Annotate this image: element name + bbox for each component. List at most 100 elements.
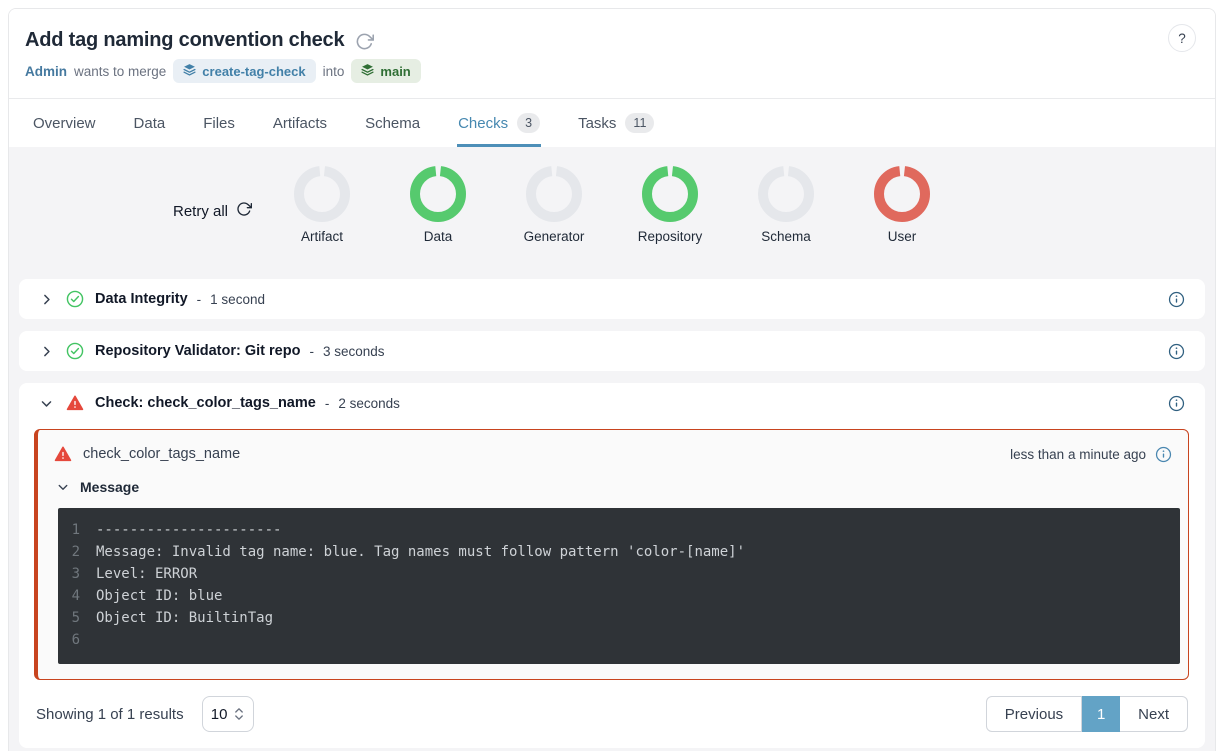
donut-ring-icon bbox=[874, 166, 930, 222]
separator: - bbox=[325, 396, 330, 411]
warning-triangle-icon bbox=[54, 445, 72, 463]
info-icon[interactable] bbox=[1155, 446, 1172, 463]
previous-page-button[interactable]: Previous bbox=[986, 696, 1082, 732]
tab-schema[interactable]: Schema bbox=[365, 99, 420, 147]
line-number: 6 bbox=[64, 629, 80, 651]
tab-count-badge: 11 bbox=[625, 113, 654, 134]
pagination: Previous 1 Next bbox=[986, 696, 1188, 732]
tab-label: Checks bbox=[458, 115, 508, 132]
message-section-toggle[interactable]: Message bbox=[38, 472, 1188, 506]
check-card-color-tags: Check: check_color_tags_name - 2 seconds… bbox=[19, 383, 1205, 748]
check-card-data-integrity: Data Integrity - 1 second bbox=[19, 279, 1205, 319]
donut-label: Schema bbox=[761, 229, 811, 244]
line-text: Level: ERROR bbox=[96, 563, 197, 585]
donut-label: User bbox=[888, 229, 917, 244]
retry-all-label: Retry all bbox=[173, 203, 228, 220]
line-number: 4 bbox=[64, 585, 80, 607]
check-row-header[interactable]: Repository Validator: Git repo - 3 secon… bbox=[19, 331, 1205, 371]
check-title: Check: check_color_tags_name bbox=[95, 395, 316, 411]
page-header: Add tag naming convention check ? Admin … bbox=[9, 9, 1215, 98]
donut-data[interactable]: Data bbox=[380, 166, 496, 244]
tab-label: Data bbox=[134, 115, 166, 132]
donut-label: Data bbox=[424, 229, 453, 244]
tab-label: Schema bbox=[365, 115, 420, 132]
merge-summary: Admin wants to merge create-tag-check in… bbox=[25, 59, 1191, 83]
timestamp: less than a minute ago bbox=[1010, 447, 1146, 462]
donut-ring-icon bbox=[410, 166, 466, 222]
check-title: Data Integrity bbox=[95, 291, 188, 307]
check-duration: 3 seconds bbox=[323, 344, 385, 359]
list-footer: Showing 1 of 1 results 10 Previous 1 Nex… bbox=[19, 680, 1205, 748]
layers-icon bbox=[361, 63, 374, 79]
current-page-button[interactable]: 1 bbox=[1082, 696, 1120, 732]
next-page-button[interactable]: Next bbox=[1120, 696, 1188, 732]
target-branch-badge[interactable]: main bbox=[351, 59, 420, 83]
refresh-icon[interactable] bbox=[355, 32, 374, 51]
help-button[interactable]: ? bbox=[1168, 24, 1196, 52]
separator: - bbox=[309, 344, 314, 359]
page-size-select[interactable]: 10 bbox=[202, 696, 254, 732]
check-duration: 1 second bbox=[210, 292, 265, 307]
tab-artifacts[interactable]: Artifacts bbox=[273, 99, 327, 147]
retry-icon bbox=[236, 201, 252, 221]
warning-triangle-icon bbox=[66, 394, 84, 412]
merge-request-page: Add tag naming convention check ? Admin … bbox=[8, 8, 1216, 751]
donut-user[interactable]: User bbox=[844, 166, 960, 244]
error-panel-header: check_color_tags_name less than a minute… bbox=[38, 430, 1188, 472]
code-line: 2 Message: Invalid tag name: blue. Tag na… bbox=[58, 541, 1180, 563]
donut-label: Repository bbox=[638, 229, 703, 244]
results-count: Showing 1 of 1 results bbox=[36, 706, 184, 723]
code-line: 3 Level: ERROR bbox=[58, 563, 1180, 585]
status-summary: Retry all Artifact Data Generator Repositor… bbox=[19, 161, 1205, 265]
donut-ring-icon bbox=[642, 166, 698, 222]
code-line: 1---------------------- bbox=[58, 519, 1180, 541]
chevron-down-icon bbox=[57, 481, 69, 493]
tab-label: Artifacts bbox=[273, 115, 327, 132]
donut-repository[interactable]: Repository bbox=[612, 166, 728, 244]
donut-generator[interactable]: Generator bbox=[496, 166, 612, 244]
page-size-value: 10 bbox=[211, 706, 228, 723]
merge-text: wants to merge bbox=[74, 64, 166, 79]
error-check-name: check_color_tags_name bbox=[83, 446, 240, 462]
page-title: Add tag naming convention check bbox=[25, 29, 344, 52]
into-text: into bbox=[323, 64, 345, 79]
line-text: Object ID: BuiltinTag bbox=[96, 607, 273, 629]
tab-tasks[interactable]: Tasks 11 bbox=[578, 99, 654, 147]
tab-files[interactable]: Files bbox=[203, 99, 235, 147]
tab-label: Overview bbox=[33, 115, 96, 132]
target-branch-name: main bbox=[380, 64, 410, 79]
line-number: 2 bbox=[64, 541, 80, 563]
line-text: Message: Invalid tag name: blue. Tag nam… bbox=[96, 541, 745, 563]
donut-schema[interactable]: Schema bbox=[728, 166, 844, 244]
error-detail-panel: check_color_tags_name less than a minute… bbox=[34, 429, 1189, 680]
donut-label: Artifact bbox=[301, 229, 343, 244]
code-line: 5Object ID: BuiltinTag bbox=[58, 607, 1180, 629]
line-number: 1 bbox=[64, 519, 80, 541]
line-text: Object ID: blue bbox=[96, 585, 222, 607]
info-icon[interactable] bbox=[1168, 343, 1185, 360]
source-branch-badge[interactable]: create-tag-check bbox=[173, 59, 315, 83]
check-row-header[interactable]: Check: check_color_tags_name - 2 seconds bbox=[19, 383, 1205, 423]
separator: - bbox=[197, 292, 202, 307]
tab-overview[interactable]: Overview bbox=[33, 99, 96, 147]
tab-data[interactable]: Data bbox=[134, 99, 166, 147]
line-number: 3 bbox=[64, 563, 80, 585]
tab-checks[interactable]: Checks 3 bbox=[458, 99, 540, 147]
tab-label: Tasks bbox=[578, 115, 616, 132]
layers-icon bbox=[183, 63, 196, 79]
message-section-label: Message bbox=[80, 479, 139, 495]
info-icon[interactable] bbox=[1168, 291, 1185, 308]
info-icon[interactable] bbox=[1168, 395, 1185, 412]
donut-artifact[interactable]: Artifact bbox=[264, 166, 380, 244]
code-line: 6 bbox=[58, 629, 1180, 651]
check-duration: 2 seconds bbox=[338, 396, 400, 411]
author-link[interactable]: Admin bbox=[25, 64, 67, 79]
log-output: 1----------------------2 Message: Invalid… bbox=[58, 508, 1180, 664]
donut-ring-icon bbox=[526, 166, 582, 222]
check-passed-icon bbox=[66, 342, 84, 360]
chevron-down-icon bbox=[39, 397, 53, 410]
check-row-header[interactable]: Data Integrity - 1 second bbox=[19, 279, 1205, 319]
retry-all-button[interactable]: Retry all bbox=[173, 201, 252, 221]
donut-label: Generator bbox=[524, 229, 585, 244]
tab-count-badge: 3 bbox=[517, 113, 540, 134]
